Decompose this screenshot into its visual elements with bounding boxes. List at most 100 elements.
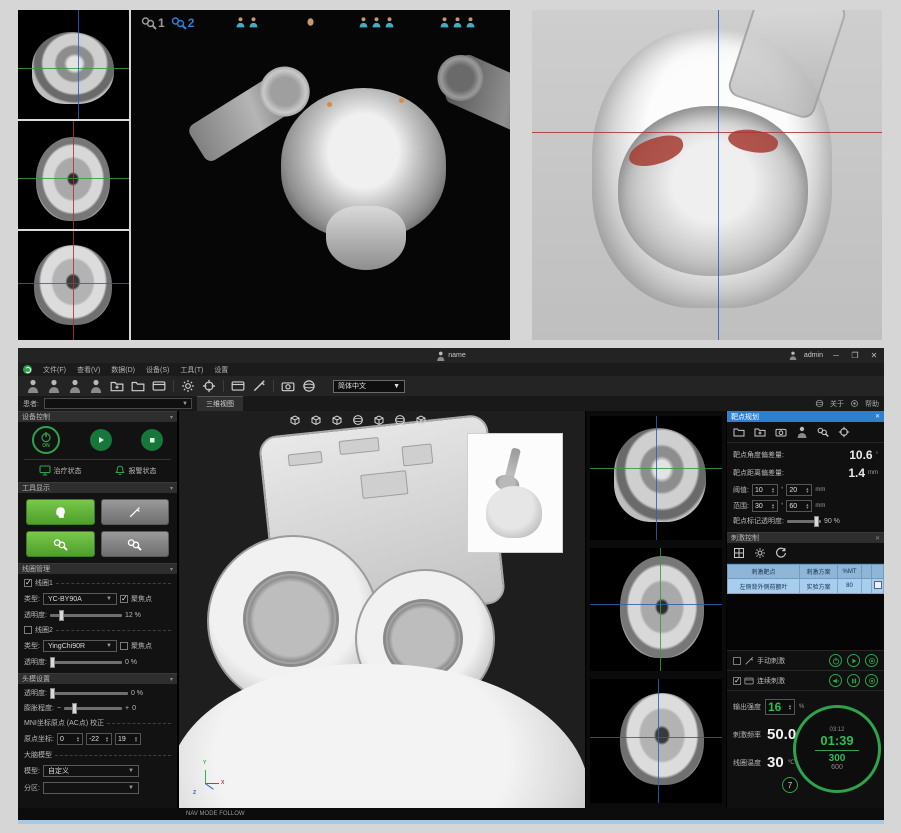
navigation-3d-viewport[interactable]: Y X Z bbox=[178, 411, 585, 808]
view-cube-right-icon[interactable] bbox=[373, 414, 385, 426]
image-import-icon[interactable] bbox=[110, 379, 124, 393]
stop-button[interactable] bbox=[141, 429, 163, 451]
collapse-icon[interactable]: ▾ bbox=[170, 485, 173, 492]
view-cube-front-icon[interactable] bbox=[289, 414, 301, 426]
side-view-buttons-right[interactable] bbox=[440, 16, 475, 28]
sagittal-slice-view[interactable] bbox=[18, 10, 129, 119]
coil-1-indicator[interactable]: 1 bbox=[141, 16, 165, 30]
top-view-button[interactable] bbox=[306, 16, 315, 28]
view-sphere-icon[interactable] bbox=[352, 414, 364, 426]
head-tracker-button[interactable] bbox=[26, 499, 95, 525]
cell-plan[interactable]: 实验方案 bbox=[799, 579, 837, 594]
slider-handle[interactable] bbox=[50, 657, 55, 668]
sagittal-slice-small[interactable] bbox=[590, 416, 722, 540]
reset-icon[interactable] bbox=[775, 547, 787, 559]
minimize-button[interactable]: ─ bbox=[830, 351, 842, 360]
marker-opacity-slider[interactable] bbox=[787, 520, 821, 523]
slider-handle[interactable] bbox=[59, 610, 64, 621]
coronal-slice-view[interactable] bbox=[18, 231, 129, 340]
patient-add-icon[interactable] bbox=[26, 379, 40, 393]
registration-icon[interactable] bbox=[181, 379, 195, 393]
target-planning-header[interactable]: 靶点规划 ✕ bbox=[727, 411, 884, 422]
title-bar[interactable]: name admin ─ ❐ ✕ bbox=[18, 348, 884, 363]
range-angle-spinner[interactable]: 30▲▼ bbox=[752, 500, 778, 512]
col-mt[interactable]: %MT bbox=[838, 565, 862, 579]
head-opacity-slider[interactable] bbox=[50, 692, 128, 695]
patient-info-icon[interactable] bbox=[68, 379, 82, 393]
coronal-slice-small[interactable] bbox=[590, 679, 722, 803]
menu-file[interactable]: 文件(F) bbox=[43, 365, 66, 375]
plan-icon[interactable] bbox=[152, 379, 166, 393]
capture-icon[interactable] bbox=[281, 379, 295, 393]
open-folder-icon[interactable] bbox=[733, 426, 745, 438]
maximize-button[interactable]: ❐ bbox=[849, 351, 861, 360]
pause-button[interactable] bbox=[847, 674, 860, 687]
view-sphere-top-icon[interactable] bbox=[394, 414, 406, 426]
view-cube-top-icon[interactable] bbox=[415, 414, 427, 426]
save-target-icon[interactable] bbox=[754, 426, 766, 438]
transparent-head-3d-view[interactable] bbox=[532, 10, 882, 340]
coil-section-header[interactable]: 线圈管理 ▾ bbox=[18, 563, 177, 574]
view-cube-left-icon[interactable] bbox=[331, 414, 343, 426]
focus-box-icon[interactable] bbox=[838, 426, 850, 438]
coil1-focus-checkbox[interactable] bbox=[120, 595, 128, 603]
camera-icon[interactable] bbox=[775, 426, 787, 438]
main-3d-view[interactable]: 1 2 bbox=[131, 10, 510, 340]
origin-z-spinner[interactable]: 19▲▼ bbox=[115, 733, 141, 745]
patient-list-icon[interactable] bbox=[47, 379, 61, 393]
power-on-button[interactable]: ON bbox=[32, 426, 60, 454]
patient-select[interactable]: ▼ bbox=[44, 398, 192, 409]
coil2-checkbox[interactable] bbox=[24, 626, 32, 634]
person-icon[interactable] bbox=[453, 16, 462, 28]
settings-gear-icon[interactable] bbox=[754, 547, 766, 559]
manual-trigger-button[interactable] bbox=[847, 654, 860, 667]
output-strength-spinner[interactable]: 16 ▲▼ bbox=[765, 699, 795, 715]
close-icon[interactable]: ✕ bbox=[875, 535, 880, 542]
coil1-opacity-slider[interactable] bbox=[50, 614, 122, 617]
front-view-buttons[interactable] bbox=[236, 16, 258, 28]
head-top-icon[interactable] bbox=[306, 16, 315, 28]
manual-on-button[interactable] bbox=[829, 654, 842, 667]
sound-button[interactable] bbox=[829, 674, 842, 687]
plus-button[interactable]: + bbox=[125, 705, 129, 712]
globe-icon[interactable] bbox=[302, 379, 316, 393]
origin-y-spinner[interactable]: -22▲▼ bbox=[86, 733, 112, 745]
parcellation-select[interactable]: ▼ bbox=[43, 782, 139, 794]
person-icon[interactable] bbox=[466, 16, 475, 28]
head-section-header[interactable]: 头模设置 ▾ bbox=[18, 673, 177, 684]
device-section-header[interactable]: 设备控制 ▾ bbox=[18, 411, 177, 422]
person-back-icon[interactable] bbox=[249, 16, 258, 28]
menu-settings[interactable]: 设置 bbox=[214, 365, 228, 375]
card-icon[interactable] bbox=[231, 379, 245, 393]
coil1-checkbox[interactable] bbox=[24, 579, 32, 587]
patient-export-icon[interactable] bbox=[89, 379, 103, 393]
coil-2-tool-button[interactable] bbox=[101, 531, 170, 557]
plan-grid-icon[interactable] bbox=[733, 547, 745, 559]
continuous-stim-checkbox[interactable] bbox=[733, 677, 741, 685]
tools-section-header[interactable]: 工具显示 ▾ bbox=[18, 482, 177, 493]
range-distance-spinner[interactable]: 60▲▼ bbox=[786, 500, 812, 512]
close-icon[interactable]: ✕ bbox=[875, 413, 880, 420]
person-right-icon[interactable] bbox=[440, 16, 449, 28]
probe-icon[interactable] bbox=[252, 379, 266, 393]
person-icon[interactable] bbox=[385, 16, 394, 28]
about-link[interactable]: 关于 bbox=[830, 399, 844, 409]
slider-handle[interactable] bbox=[814, 516, 819, 527]
table-row[interactable]: 左侧背外侧前额叶 实验方案 80 bbox=[728, 579, 884, 594]
slider-handle[interactable] bbox=[72, 703, 77, 714]
manual-stim-checkbox[interactable] bbox=[733, 657, 741, 665]
coil2-focus-checkbox[interactable] bbox=[120, 642, 128, 650]
tab-3d-view[interactable]: 三维视图 bbox=[197, 396, 243, 411]
language-select[interactable]: 简体中文 ▼ bbox=[333, 380, 405, 393]
collapse-icon[interactable]: ▾ bbox=[170, 566, 173, 573]
origin-x-spinner[interactable]: 0▲▼ bbox=[57, 733, 83, 745]
coil-icon[interactable] bbox=[817, 426, 829, 438]
help-link[interactable]: 帮助 bbox=[865, 399, 879, 409]
menu-device[interactable]: 设备(S) bbox=[146, 365, 169, 375]
person-front-icon[interactable] bbox=[236, 16, 245, 28]
menu-data[interactable]: 数据(D) bbox=[111, 365, 135, 375]
cell-target[interactable]: 左侧背外侧前额叶 bbox=[728, 579, 800, 594]
start-button[interactable] bbox=[90, 429, 112, 451]
record-button[interactable] bbox=[865, 674, 878, 687]
collapse-icon[interactable]: ▾ bbox=[170, 676, 173, 683]
